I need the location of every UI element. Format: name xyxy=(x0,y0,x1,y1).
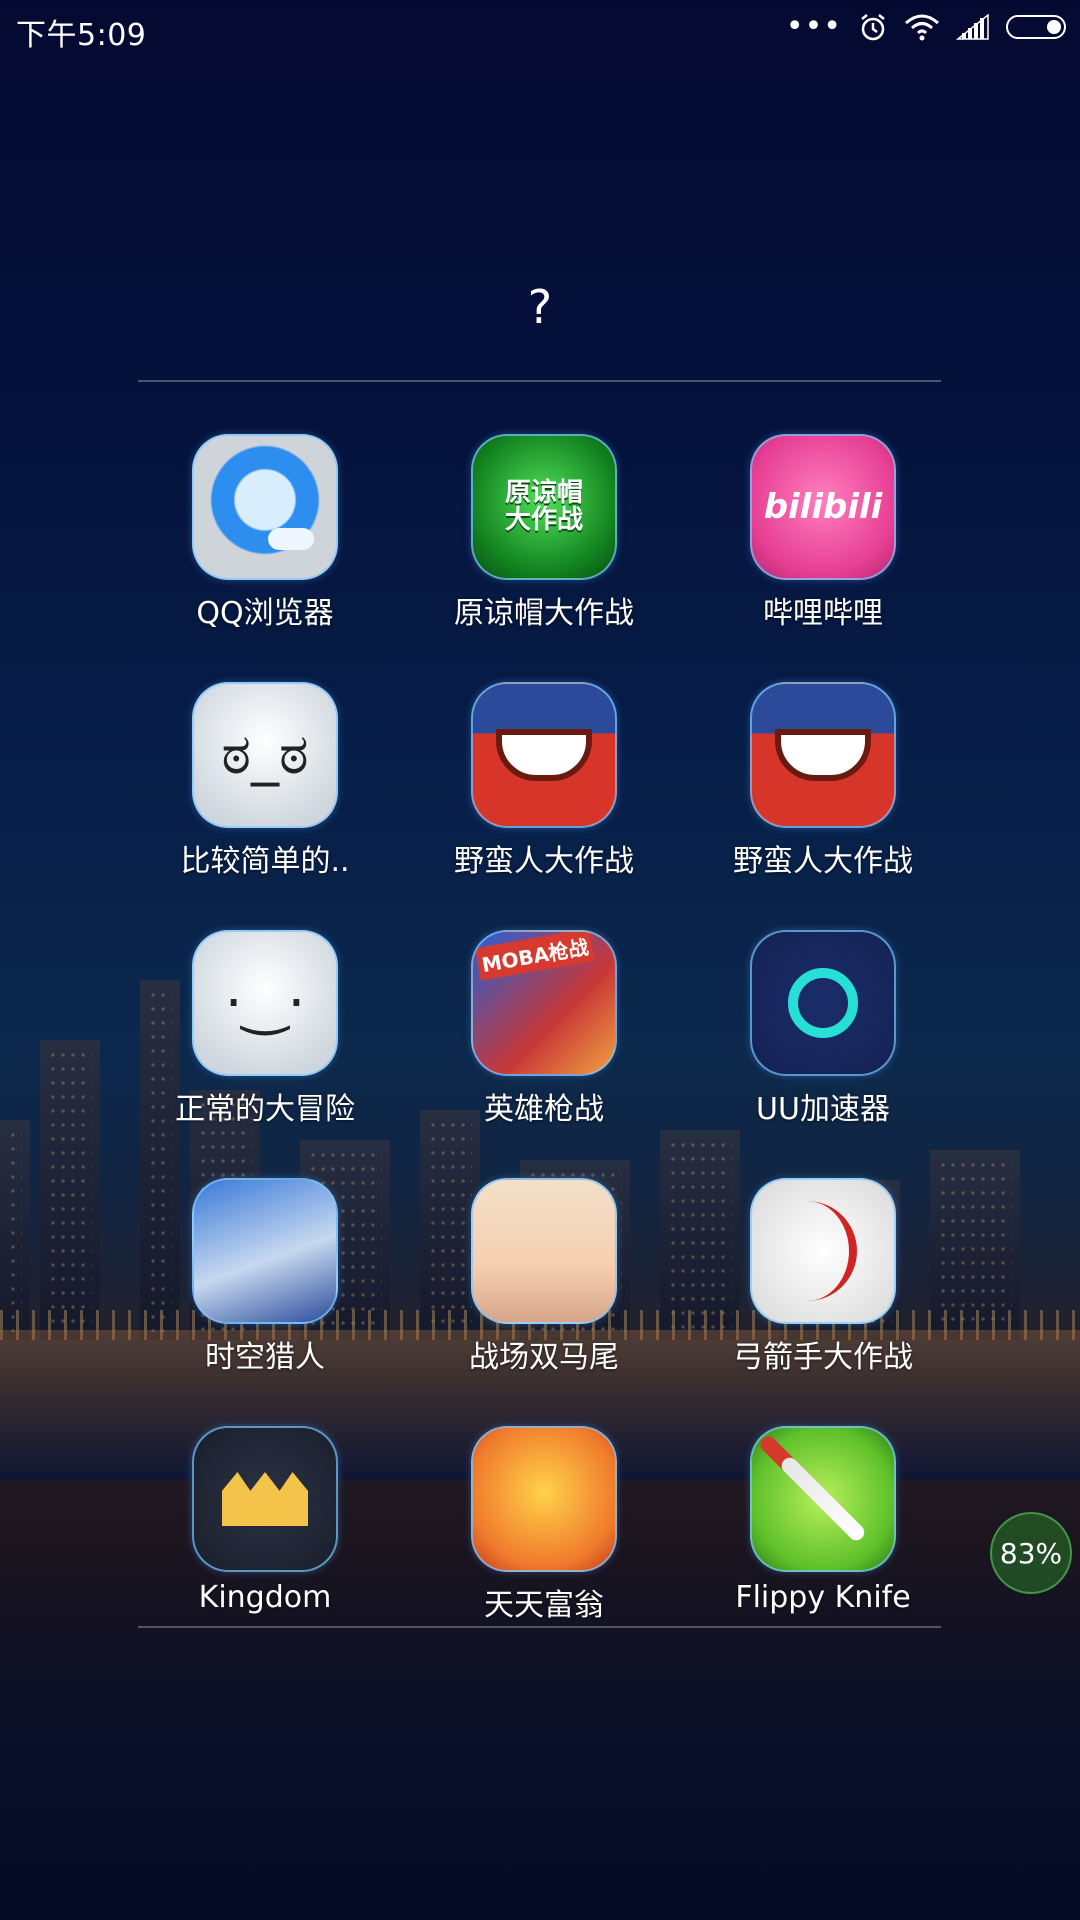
yuan-icon-text: 原谅帽 大作战 xyxy=(504,477,583,535)
app-yuanliangmao[interactable]: 原谅帽 大作战 原谅帽大作战 xyxy=(404,434,684,632)
app-label: 比较简单的.. xyxy=(180,844,350,879)
flippy-knife-icon xyxy=(750,1426,896,1572)
app-label: 野蛮人大作战 xyxy=(733,844,913,879)
qq-browser-icon xyxy=(192,434,338,580)
app-label: 弓箭手大作战 xyxy=(733,1340,913,1375)
moba-icon-text: MOBA枪战 xyxy=(475,932,595,981)
app-kingdom[interactable]: Kingdom xyxy=(125,1426,405,1615)
app-label: 原谅帽大作战 xyxy=(454,596,634,631)
barbarian-game-icon xyxy=(750,682,896,828)
app-label: 战场双马尾 xyxy=(469,1340,619,1375)
app-label: UU加速器 xyxy=(756,1092,890,1127)
app-label: 正常的大冒险 xyxy=(175,1092,355,1127)
memory-usage-badge[interactable]: 83% xyxy=(990,1512,1072,1594)
app-label: 哔哩哔哩 xyxy=(763,596,883,631)
app-label: Kingdom xyxy=(198,1580,332,1615)
status-icons: ••• xyxy=(786,12,1066,42)
app-hero-shooter[interactable]: MOBA枪战 英雄枪战 xyxy=(404,930,684,1128)
app-label: 野蛮人大作战 xyxy=(454,844,634,879)
app-yeman-trial[interactable]: 野蛮人大作战 xyxy=(404,682,684,880)
app-yeman[interactable]: 野蛮人大作战 xyxy=(683,682,963,880)
signal-icon xyxy=(956,13,989,40)
app-bijiao-jiandan[interactable]: ಠ_ಠ 比较简单的.. xyxy=(125,682,405,880)
app-label: Flippy Knife xyxy=(735,1580,911,1615)
bili-icon-text: bilibili xyxy=(763,487,883,527)
folder-title[interactable]: ? xyxy=(0,280,1080,334)
app-label: QQ浏览器 xyxy=(196,596,334,631)
app-flippy-knife[interactable]: Flippy Knife xyxy=(683,1426,963,1615)
wifi-icon xyxy=(905,14,939,41)
bilibili-icon: bilibili xyxy=(750,434,896,580)
yuanliangmao-game-icon: 原谅帽 大作战 xyxy=(471,434,617,580)
folder-bottom-divider xyxy=(138,1626,941,1628)
folder-title-divider xyxy=(138,380,941,382)
app-uu-accelerator[interactable]: UU加速器 xyxy=(683,930,963,1128)
time-hunter-icon xyxy=(192,1178,338,1324)
status-time: 下午5:09 xyxy=(16,18,147,53)
app-label: 天天富翁 xyxy=(484,1588,604,1623)
battery-icon xyxy=(1006,15,1066,39)
tiantian-fuweng-icon xyxy=(471,1426,617,1572)
meme-face-icon: ·‿· xyxy=(192,930,338,1076)
kingdom-crown-icon xyxy=(192,1426,338,1572)
app-shikong-lieren[interactable]: 时空猎人 xyxy=(125,1178,405,1376)
app-qq-browser[interactable]: QQ浏览器 xyxy=(125,434,405,632)
meme-face-icon: ಠ_ಠ xyxy=(192,682,338,828)
hero-shooter-icon: MOBA枪战 xyxy=(471,930,617,1076)
uu-accelerator-icon xyxy=(750,930,896,1076)
app-label: 时空猎人 xyxy=(205,1340,325,1375)
archer-game-icon xyxy=(750,1178,896,1324)
barbarian-game-trial-icon xyxy=(471,682,617,828)
alarm-icon xyxy=(861,14,885,41)
app-bilibili[interactable]: bilibili 哔哩哔哩 xyxy=(683,434,963,632)
app-tiantian-fuweng[interactable]: 天天富翁 xyxy=(404,1426,684,1624)
app-zhengchang-maoxian[interactable]: ·‿· 正常的大冒险 xyxy=(125,930,405,1128)
twin-tails-icon xyxy=(471,1178,617,1324)
more-dots-icon: ••• xyxy=(785,9,842,44)
app-label: 英雄枪战 xyxy=(484,1092,604,1127)
app-twin-tails[interactable]: 战场双马尾 xyxy=(404,1178,684,1376)
status-bar: 下午5:09 ••• xyxy=(0,0,1080,56)
app-archer[interactable]: 弓箭手大作战 xyxy=(683,1178,963,1376)
